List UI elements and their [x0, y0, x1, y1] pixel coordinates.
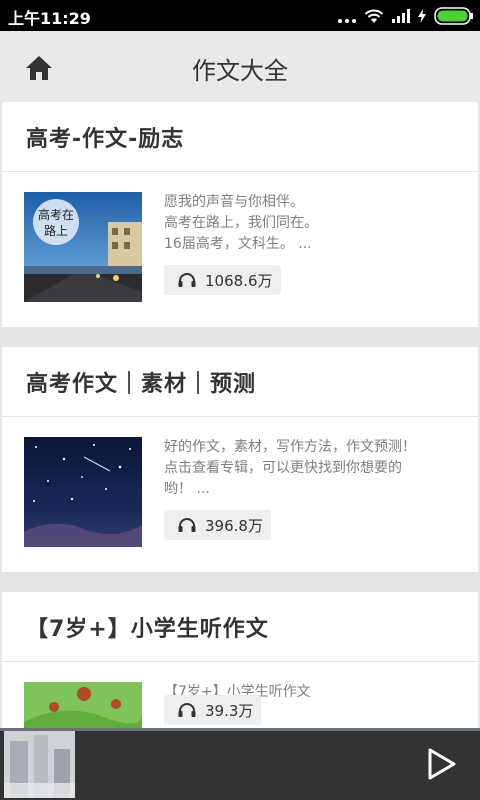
cover-text-line: 高考在: [38, 207, 74, 222]
play-icon[interactable]: [424, 746, 458, 782]
description-line: 哟！ ...: [164, 481, 210, 497]
top-app-bar: 作文大全: [0, 31, 480, 103]
play-count: 1068.6万: [205, 271, 273, 290]
cover-green-image: [24, 682, 142, 728]
description-line: 高考在路上，我们同在。: [164, 215, 318, 231]
battery-icon: [434, 7, 473, 25]
album-item[interactable]: 好的作文，素材，写作方法，作文预测！ 点击查看专辑，可以更快找到你想要的 哟！ …: [2, 417, 478, 572]
more-dots-icon: [338, 9, 356, 23]
headphones-icon: [178, 273, 196, 287]
description-line: 点击查看专辑，可以更快找到你想要的: [164, 460, 402, 476]
description-line: 愿我的声音与你相伴。: [164, 194, 304, 210]
play-count-badge: 39.3万: [164, 695, 262, 725]
album-item[interactable]: 【7岁+】小学生听作文 39.3万: [2, 662, 478, 728]
play-count: 39.3万: [205, 701, 254, 720]
album-card[interactable]: 高考作文｜素材｜预测 好的作文，素材，写作方法，作文预测！ 点击查看专辑，可以更…: [2, 347, 478, 572]
album-description: 好的作文，素材，写作方法，作文预测！ 点击查看专辑，可以更快找到你想要的 哟！ …: [164, 437, 460, 500]
album-header[interactable]: 高考作文｜素材｜预测: [2, 347, 478, 417]
cover-night-sky-image: [24, 437, 142, 547]
album-title: 高考-作文-励志: [26, 126, 185, 152]
status-icons: [338, 6, 474, 26]
album-cover[interactable]: [24, 682, 142, 728]
headphones-icon: [178, 518, 196, 532]
signal-icon: [392, 9, 410, 23]
album-title: 【7岁+】小学生听作文: [26, 616, 269, 642]
album-title: 高考作文｜素材｜预测: [26, 371, 257, 397]
album-header[interactable]: 【7岁+】小学生听作文: [2, 592, 478, 662]
page-title: 作文大全: [192, 57, 288, 85]
album-header[interactable]: 高考-作文-励志: [2, 102, 478, 172]
divider: [0, 572, 480, 592]
headphones-icon: [178, 703, 196, 717]
cover-street-image: 高考在 路上: [24, 192, 142, 302]
album-list: 高考-作文-励志 高考在 路上 愿我的声音与你相伴。 高考在路上，我们同在。 1…: [0, 102, 480, 728]
play-count-badge: 396.8万: [164, 510, 271, 540]
status-bar: 上午11:29: [0, 0, 480, 31]
album-card[interactable]: 高考-作文-励志 高考在 路上 愿我的声音与你相伴。 高考在路上，我们同在。 1…: [2, 102, 478, 327]
player-cover[interactable]: [4, 731, 75, 798]
album-description: 愿我的声音与你相伴。 高考在路上，我们同在。 16届高考，文科生。 ...: [164, 192, 460, 255]
play-count-badge: 1068.6万: [164, 265, 281, 295]
play-count: 396.8万: [205, 516, 263, 535]
album-cover[interactable]: [24, 437, 142, 547]
divider: [0, 327, 480, 347]
album-item[interactable]: 高考在 路上 愿我的声音与你相伴。 高考在路上，我们同在。 16届高考，文科生。…: [2, 172, 478, 327]
description-line: 16届高考，文科生。 ...: [164, 236, 312, 252]
player-cover-image: [4, 731, 75, 798]
status-time: 上午11:29: [8, 9, 91, 28]
album-card[interactable]: 【7岁+】小学生听作文 【7岁+】小学生听作文 39.3万: [2, 592, 478, 728]
description-line: 好的作文，素材，写作方法，作文预测！: [164, 439, 416, 455]
cover-text-line: 路上: [44, 223, 68, 238]
charging-icon: [418, 9, 426, 23]
album-cover[interactable]: 高考在 路上: [24, 192, 142, 302]
wifi-icon: [364, 9, 384, 23]
